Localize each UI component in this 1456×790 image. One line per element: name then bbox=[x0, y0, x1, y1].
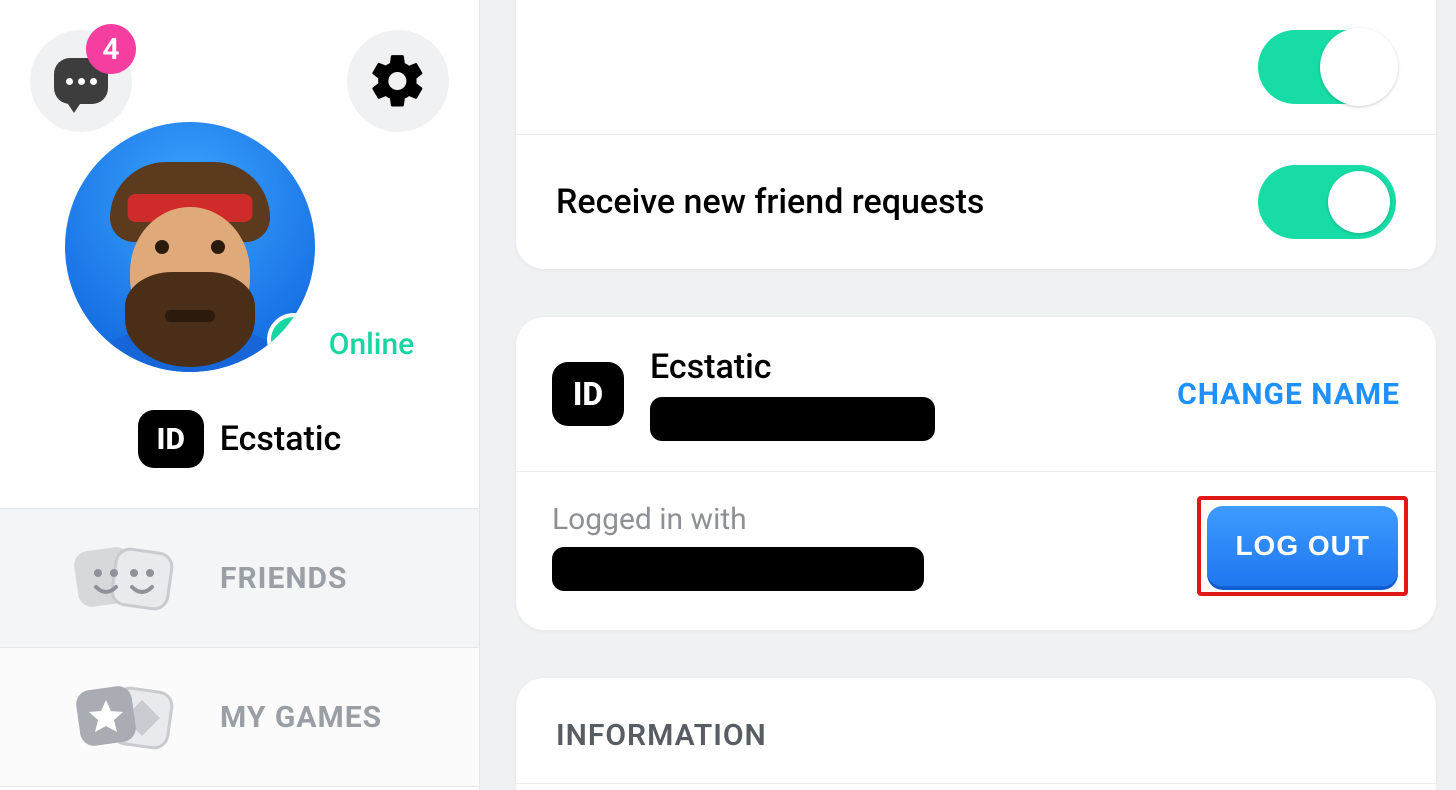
games-icon bbox=[72, 678, 182, 756]
account-name: Ecstatic bbox=[650, 347, 935, 387]
toggle-show-online[interactable] bbox=[1258, 30, 1396, 104]
sidebar-item-friends[interactable]: FRIENDS bbox=[0, 509, 479, 648]
login-provider-redacted bbox=[552, 547, 924, 591]
logout-highlight: LOG OUT bbox=[1197, 496, 1408, 596]
avatar-row: Online bbox=[65, 122, 414, 372]
change-name-button[interactable]: CHANGE NAME bbox=[1177, 377, 1400, 412]
id-badge-icon: ID bbox=[138, 410, 204, 468]
main-content: Receive new friend requests ID Ecstatic … bbox=[480, 0, 1456, 790]
sidebar-item-label: FRIENDS bbox=[220, 561, 347, 596]
privacy-friend-requests-row: Receive new friend requests bbox=[516, 134, 1436, 269]
account-login-row: Logged in with LOG OUT bbox=[516, 472, 1436, 630]
sidebar: 4 Online bbox=[0, 0, 480, 790]
privacy-card: Receive new friend requests bbox=[516, 0, 1436, 269]
information-header: INFORMATION bbox=[516, 678, 1436, 784]
privacy-friend-requests-label: Receive new friend requests bbox=[556, 182, 984, 222]
privacy-show-online-row bbox=[516, 0, 1436, 134]
status-dot-icon bbox=[267, 313, 315, 367]
account-id-redacted bbox=[650, 397, 935, 441]
avatar[interactable] bbox=[65, 122, 315, 372]
username: Ecstatic bbox=[220, 419, 342, 459]
id-badge-icon: ID bbox=[552, 362, 624, 426]
sidebar-item-my-games[interactable]: MY GAMES bbox=[0, 648, 479, 787]
account-id-row: ID Ecstatic CHANGE NAME bbox=[516, 317, 1436, 472]
status-label: Online bbox=[329, 327, 414, 362]
information-card: INFORMATION bbox=[516, 678, 1436, 790]
sidebar-header: 4 Online bbox=[0, 0, 479, 509]
toggle-friend-requests[interactable] bbox=[1258, 165, 1396, 239]
id-row: ID Ecstatic bbox=[138, 410, 342, 468]
friends-icon bbox=[72, 539, 182, 617]
account-card: ID Ecstatic CHANGE NAME Logged in with L… bbox=[516, 317, 1436, 630]
sidebar-nav: FRIENDS MY GAMES bbox=[0, 509, 479, 787]
login-col: Logged in with bbox=[552, 502, 924, 591]
sidebar-item-label: MY GAMES bbox=[220, 700, 382, 735]
logged-in-label: Logged in with bbox=[552, 502, 924, 537]
gear-icon bbox=[367, 50, 429, 112]
account-name-col: Ecstatic bbox=[650, 347, 935, 441]
logout-button[interactable]: LOG OUT bbox=[1207, 506, 1398, 586]
top-icon-row: 4 bbox=[30, 30, 449, 132]
chat-badge: 4 bbox=[86, 24, 136, 74]
settings-button[interactable] bbox=[347, 30, 449, 132]
chat-button[interactable]: 4 bbox=[30, 30, 132, 132]
